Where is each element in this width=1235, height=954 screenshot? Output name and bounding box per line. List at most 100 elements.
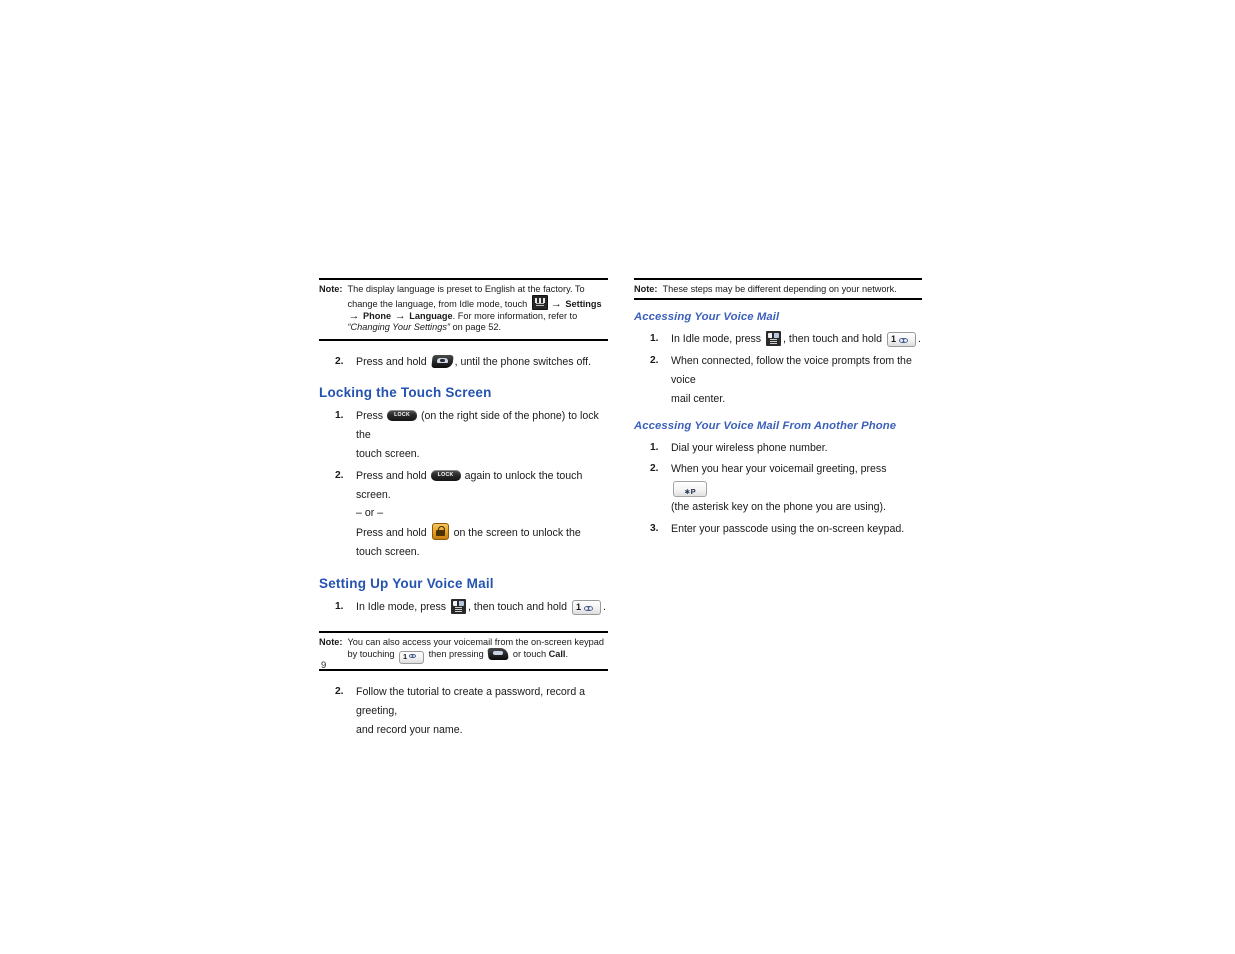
orange-padlock-icon (431, 523, 449, 541)
step-number: 1. (335, 410, 344, 422)
step-number: 2. (335, 469, 344, 481)
voicemail-symbol-icon (898, 338, 908, 344)
step-text-before: Press and hold (356, 355, 427, 368)
list-item: 3. Enter your passcode using the on-scre… (634, 520, 922, 539)
key-label: ∗P (684, 487, 696, 497)
key-digit-label: 1 (403, 652, 408, 661)
note-text-part2: . For more information, refer to (452, 310, 578, 321)
page-title-locking: Locking the Touch Screen (319, 385, 492, 401)
list-item: 1. Press LOCK (on the right side of the … (319, 407, 608, 463)
note-italic-reference: “Changing Your Settings” (347, 322, 450, 333)
note-network: Note: These steps may be different depen… (634, 278, 922, 301)
send-call-key-icon (487, 648, 509, 660)
step-number: 1. (650, 333, 659, 345)
voicemail-one-key-icon: 1 (886, 332, 916, 348)
step-text-line1: Enter your passcode using the on-screen … (671, 522, 905, 535)
page-number: 9 (321, 660, 327, 671)
lock-key-label: LOCK (394, 412, 410, 419)
step-alt-text-after: on the screen to unlock the (453, 527, 581, 540)
note-label: Note: (319, 636, 343, 647)
list-item: 2. When you hear your voicemail greeting… (634, 460, 922, 516)
note-label: Note: (634, 284, 658, 294)
step-text-after: . (602, 600, 606, 613)
arrow-icon: → (394, 309, 406, 322)
step-text-line1: Dial your wireless phone number. (671, 441, 828, 454)
step-text-line2: touch screen. (356, 448, 420, 461)
dial-pad-icon (766, 331, 782, 347)
list-item: 1. In Idle mode, press , then touch and … (634, 330, 922, 349)
step-text: In Idle mode, press , then touch and hol… (356, 598, 608, 617)
step-number: 2. (335, 355, 344, 367)
voicemail-one-key-icon: 1 (399, 651, 425, 664)
note-text-part3: on page 52. (449, 322, 502, 333)
voicemail-symbol-icon (409, 654, 417, 658)
sub-heading-another-phone: Accessing Your Voice Mail From Another P… (634, 419, 897, 432)
step-text-middle: , then touch and hold (783, 333, 883, 346)
step-text-line1: Follow the tutorial to create a password… (356, 686, 586, 717)
key-digit-label: 1 (890, 334, 896, 345)
step-alt-text: Press and hold on the screen to unlock t… (356, 523, 608, 543)
step-text-before: Press (356, 410, 384, 423)
list-item: 1. In Idle mode, press , then touch and … (319, 598, 608, 617)
step-alt-text-before: Press and hold (356, 527, 427, 540)
step-text-after: , until the phone switches off. (454, 355, 592, 368)
note-voicemail-access: Note: You can also access your voicemail… (319, 630, 608, 671)
end-call-key-icon (430, 354, 454, 368)
locking-steps-list: 1. Press LOCK (on the right side of the … (319, 407, 608, 561)
step-alt-line2: touch screen. (356, 546, 420, 558)
step-text-before: Press and hold (356, 469, 427, 482)
step-or-separator: – or – (356, 507, 384, 520)
manual-page: Note: The display language is preset to … (0, 0, 1235, 954)
note-text-part3: or touch (510, 649, 549, 659)
step-text-line1: When connected, follow the voice prompts… (671, 355, 912, 386)
power-off-step-list: 2. Press and hold , until the phone swit… (319, 353, 608, 372)
step-text-before: In Idle mode, press (671, 333, 762, 346)
arrow-icon: → (348, 309, 360, 322)
step-text-line2: mail center. (671, 392, 726, 405)
list-item: 1. Dial your wireless phone number. (634, 439, 922, 458)
note-bold-phone: Phone (363, 310, 392, 321)
arrow-icon: → (550, 298, 562, 311)
step-number: 2. (335, 686, 344, 697)
menu-grid-icon (531, 295, 548, 311)
voicemail-setup-step-list: 1. In Idle mode, press , then touch and … (319, 598, 608, 617)
step-text-before: In Idle mode, press (356, 600, 447, 613)
accessing-steps-list: 1. In Idle mode, press , then touch and … (634, 330, 922, 408)
star-p-key-icon: ∗P (673, 481, 707, 498)
note-label: Note: (319, 284, 343, 294)
note-display-language: Note: The display language is preset to … (319, 278, 608, 341)
step-text: Press and hold LOCK again to unlock the … (356, 467, 608, 505)
note-bold-language: Language (409, 310, 453, 321)
note-text: The display language is preset to Englis… (345, 284, 608, 334)
list-item: 2. Press and hold , until the phone swit… (319, 353, 608, 372)
note-text: You can also access your voicemail from … (345, 637, 608, 664)
step-number: 2. (650, 463, 659, 475)
step-text: In Idle mode, press , then touch and hol… (671, 330, 922, 349)
note-text: These steps may be different depending o… (662, 284, 897, 294)
right-column: Note: These steps may be different depen… (634, 278, 922, 542)
step-text: Press LOCK (on the right side of the pho… (356, 407, 608, 445)
lock-side-key-icon: LOCK (430, 469, 461, 481)
step-number: 1. (650, 441, 659, 453)
page-title-voicemail-setup: Setting Up Your Voice Mail (319, 575, 494, 591)
list-item: 2. Follow the tutorial to create a passw… (319, 683, 608, 739)
voicemail-one-key-icon: 1 (571, 599, 601, 615)
key-digit-label: 1 (575, 601, 581, 612)
voicemail-setup-step2-list: 2. Follow the tutorial to create a passw… (319, 683, 608, 739)
step-number: 2. (650, 355, 659, 367)
note-text-part4: . (565, 649, 569, 659)
another-phone-steps-list: 1. Dial your wireless phone number. 2. W… (634, 439, 922, 539)
sub-heading-accessing-voicemail: Accessing Your Voice Mail (634, 311, 780, 324)
dial-pad-icon (451, 598, 467, 614)
step-text-line2: (the asterisk key on the phone you are u… (671, 500, 886, 513)
lock-key-label: LOCK (437, 471, 454, 478)
note-bold-call: Call (548, 649, 566, 659)
note-bold-settings: Settings (565, 299, 602, 310)
step-text: When you hear your voicemail greeting, p… (671, 460, 922, 498)
step-text-line2: and record your name. (356, 723, 463, 736)
lock-side-key-icon: LOCK (387, 410, 418, 422)
note-text-part2: then pressing (426, 649, 487, 659)
step-number: 3. (650, 522, 659, 534)
step-text-before: When you hear your voicemail greeting, p… (671, 463, 887, 476)
list-item: 2. When connected, follow the voice prom… (634, 352, 922, 408)
